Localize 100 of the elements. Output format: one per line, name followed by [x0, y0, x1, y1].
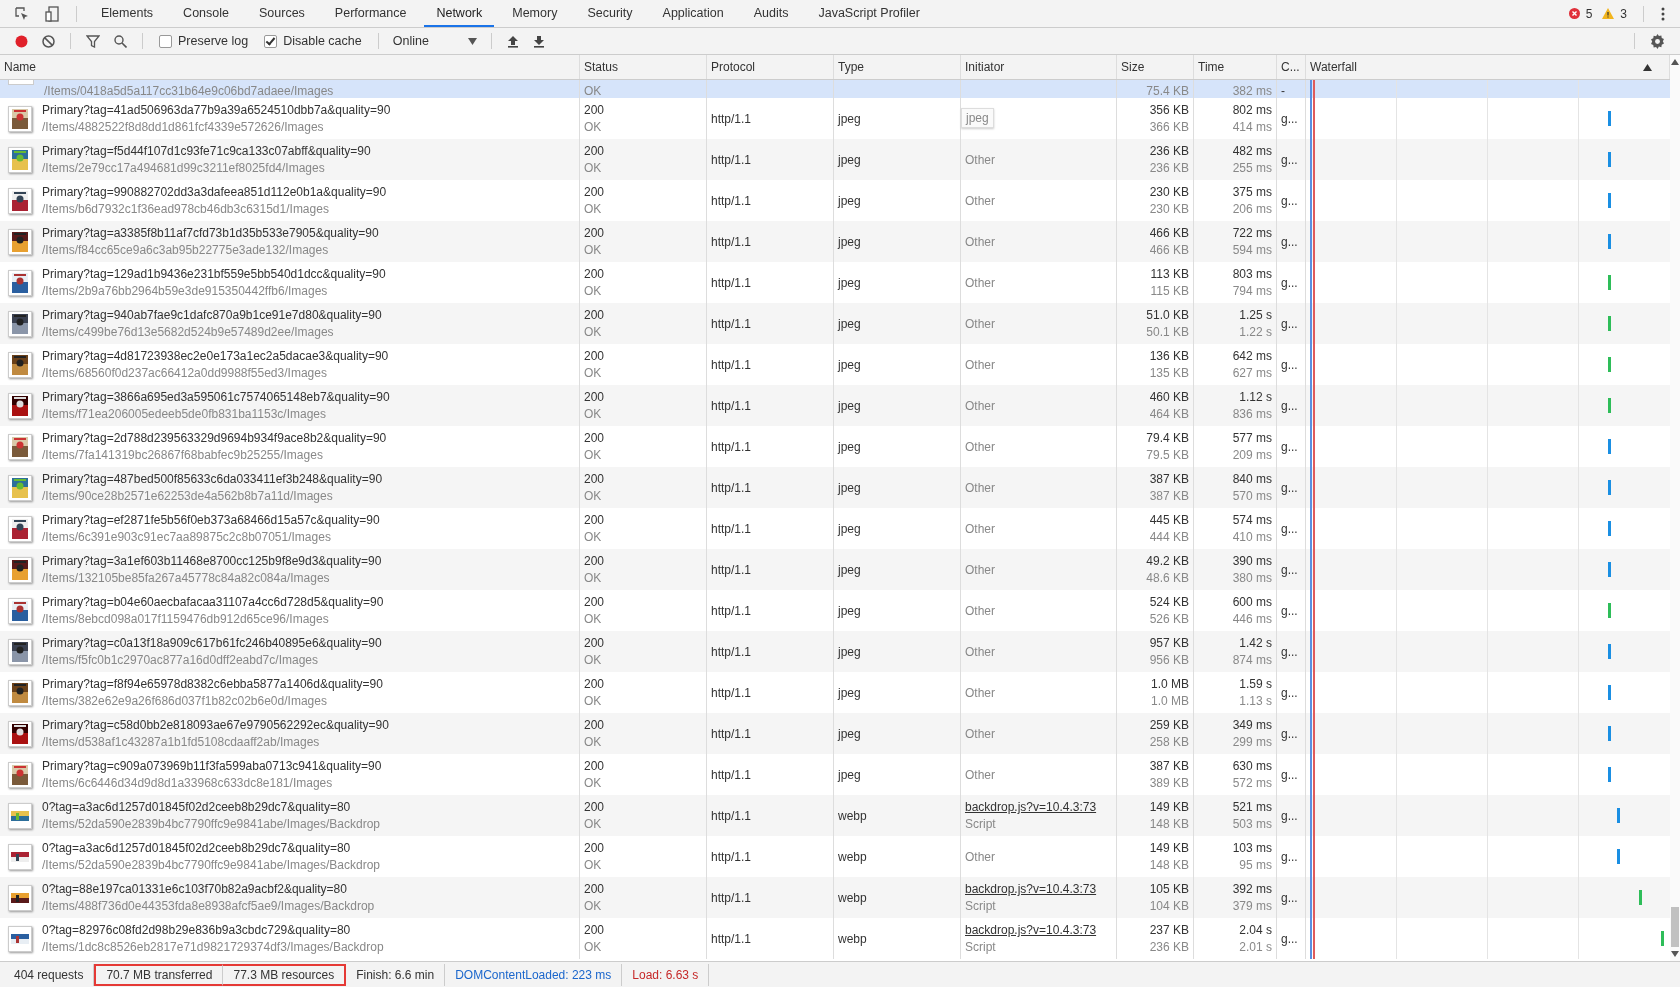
record-icon[interactable]	[15, 34, 28, 48]
latency: 299 ms	[1232, 735, 1272, 749]
clear-icon[interactable]	[42, 34, 55, 48]
initiator-link[interactable]: backdrop.js?v=10.4.3:73	[965, 882, 1097, 896]
status-code: 200	[584, 882, 605, 896]
request-name: 0?tag=a3ac6d1257d01845f02d2ceeb8b29dc7&quality=80	[42, 800, 352, 814]
status-code: 200	[584, 759, 605, 773]
column-header[interactable]: Initiator	[961, 55, 1117, 79]
initiator-link[interactable]: backdrop.js?v=10.4.3:73	[965, 923, 1097, 937]
column-c-value: g...	[1281, 111, 1298, 126]
inspect-icon[interactable]	[15, 6, 29, 21]
status-text: OK	[584, 366, 603, 380]
request-name: Primary?tag=2d788d239563329d9694b934f9ace8b2&quality=90	[42, 431, 387, 445]
resource-size: 48.6 KB	[1146, 571, 1189, 585]
latency: 503 ms	[1232, 817, 1272, 831]
status-code: 200	[584, 431, 605, 445]
panel-tab[interactable]: Sources	[247, 0, 317, 27]
column-header[interactable]: Type	[834, 55, 961, 79]
request-path: /Items/f5fc0b1c2970ac877a16d0dff2eabd7c/Images	[42, 653, 319, 667]
transfer-size: 445 KB	[1149, 513, 1189, 527]
status-text: OK	[584, 653, 603, 667]
resource-size: 148 KB	[1149, 817, 1189, 831]
protocol-value: http/1.1	[711, 316, 752, 331]
device-icon[interactable]	[45, 5, 59, 22]
request-name: Primary?tag=3a1ef603b11468e8700cc125b9f8e9d3&quality=90	[42, 554, 382, 568]
status-summary: Load: 6.63 s	[622, 963, 710, 986]
throttling-dropdown[interactable]: Online	[388, 31, 481, 51]
resource-size: 387 KB	[1149, 489, 1189, 503]
protocol-value: http/1.1	[711, 152, 752, 167]
panel-tab[interactable]: Audits	[741, 0, 801, 27]
request-path: /Items/7fa141319bc26867f68babfec9b25255/Images	[42, 448, 324, 462]
type-value: jpeg	[838, 644, 861, 659]
protocol-value: http/1.1	[711, 521, 752, 536]
type-value: jpeg	[838, 275, 861, 290]
panel-tab[interactable]: Performance	[322, 0, 419, 27]
request-name: Primary?tag=990882702dd3a3dafeea851d112e0b1a&quality=90	[42, 185, 387, 199]
scroll-down-icon[interactable]	[1671, 951, 1679, 957]
status-text: OK	[584, 530, 603, 544]
column-header[interactable]: Name	[0, 55, 580, 79]
status-code: 200	[584, 103, 605, 117]
transfer-size: 49.2 KB	[1146, 554, 1189, 568]
panel-tab[interactable]: JavaScript Profiler	[806, 0, 932, 27]
search-icon[interactable]	[114, 34, 127, 48]
panel-tab[interactable]: Memory	[500, 0, 570, 27]
status-code: 200	[584, 636, 605, 650]
resource-size: 115 KB	[1150, 284, 1189, 298]
request-path: /Items/d538af1c43287a1b1fd5108cdaaff2ab/Images	[42, 735, 321, 749]
request-path: /Items/c499be76d13e5682d524b9e57489d2ee/Images	[42, 325, 335, 339]
status-text: OK	[584, 858, 603, 872]
upload-icon[interactable]	[506, 34, 519, 48]
resource-size: 236 KB	[1149, 940, 1189, 954]
initiator-value: Other	[965, 439, 995, 454]
transfer-size: 466 KB	[1149, 226, 1189, 240]
panel-tab[interactable]: Console	[171, 0, 241, 27]
disable-cache-checkbox[interactable]: Disable cache	[264, 34, 362, 48]
resource-size: 135 KB	[1149, 366, 1189, 380]
column-header[interactable]: Status	[580, 55, 707, 79]
status-text: OK	[584, 120, 603, 134]
filter-icon[interactable]	[86, 34, 100, 48]
download-icon[interactable]	[532, 34, 545, 48]
panel-tab[interactable]: Security	[575, 0, 645, 27]
scroll-up-icon[interactable]	[1671, 59, 1679, 65]
transfer-size: 524 KB	[1149, 595, 1189, 609]
type-value: jpeg	[838, 316, 861, 331]
preserve-log-checkbox[interactable]: Preserve log	[159, 34, 249, 48]
transfer-size: 79.4 KB	[1146, 431, 1189, 445]
type-value: jpeg	[838, 234, 861, 249]
initiator-type: Script	[965, 899, 997, 913]
column-header[interactable]: Size	[1117, 55, 1194, 79]
protocol-value: http/1.1	[711, 849, 752, 864]
request-name: Primary?tag=3866a695ed3a595061c7574065148eb7&quality=90	[42, 390, 390, 404]
status-code: 200	[584, 841, 605, 855]
panel-tab[interactable]: Application	[650, 0, 736, 27]
scrollbar-thumb[interactable]	[1671, 907, 1679, 947]
transfer-size: 957 KB	[1149, 636, 1189, 650]
request-path: /Items/132105be85fa267a45778c84a82c084a/Images	[42, 571, 331, 585]
request-time: 1.42 s	[1239, 636, 1272, 650]
column-header[interactable]: Time	[1194, 55, 1277, 79]
column-c-value: g...	[1281, 152, 1298, 167]
type-value: jpeg	[838, 726, 861, 741]
status-text: OK	[584, 489, 603, 503]
status-summary: 77.3 MB resources	[223, 963, 347, 986]
column-header[interactable]: Protocol	[707, 55, 834, 79]
column-c-value: g...	[1281, 644, 1298, 659]
latency: 379 ms	[1232, 899, 1272, 913]
initiator-value: Other	[965, 398, 995, 413]
initiator-link[interactable]: backdrop.js?v=10.4.3:73	[965, 800, 1097, 814]
more-menu-icon[interactable]	[1661, 6, 1665, 21]
transfer-size: 387 KB	[1149, 472, 1189, 486]
initiator-value: Other	[965, 193, 995, 208]
request-name: Primary?tag=b04e60aecbafacaa31107a4cc6d728d5&quality=90	[42, 595, 384, 609]
resource-size: 148 KB	[1149, 858, 1189, 872]
sort-ascending-icon[interactable]	[1643, 64, 1652, 71]
panel-tab[interactable]: Elements	[89, 0, 166, 27]
column-header[interactable]: C...	[1277, 55, 1306, 79]
request-name: Primary?tag=ef2871fe5b56f0eb373a68466d15a57c&quality=90	[42, 513, 380, 527]
request-time: 600 ms	[1232, 595, 1272, 609]
initiator-value: Other	[965, 152, 995, 167]
settings-icon[interactable]	[1650, 33, 1665, 49]
transfer-size: 259 KB	[1149, 718, 1189, 732]
